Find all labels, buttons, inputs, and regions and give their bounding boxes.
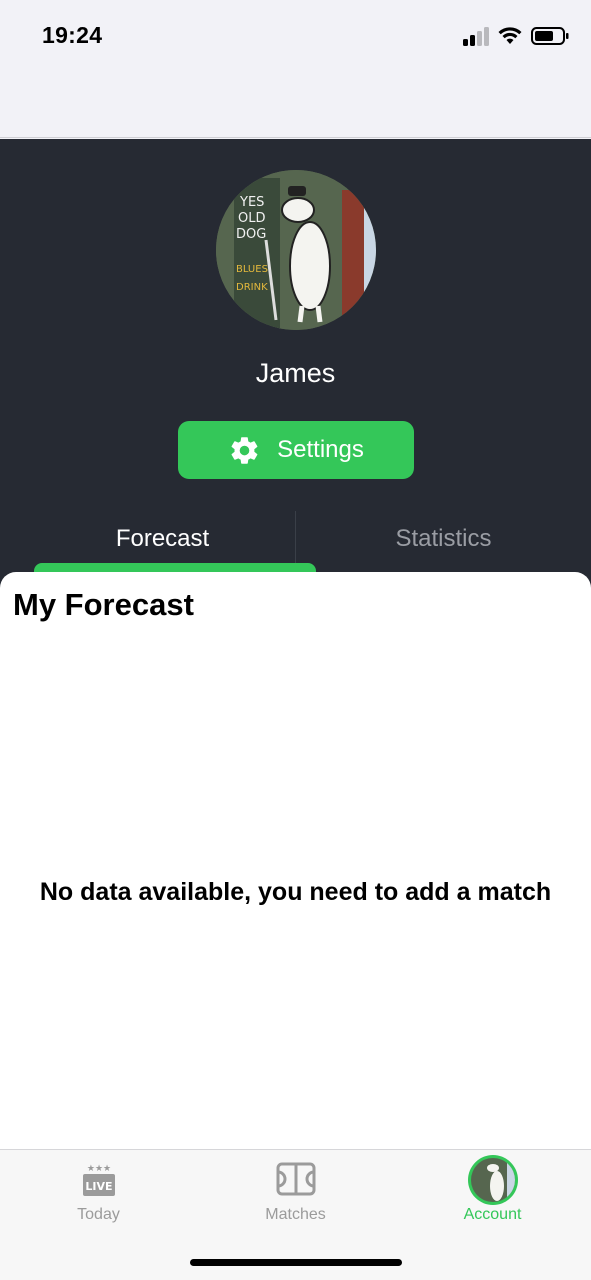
live-icon: ★★★ LIVE [82, 1164, 115, 1196]
tabbar-item-today[interactable]: ★★★ LIVE Today [0, 1150, 197, 1240]
tabbar-label-matches: Matches [265, 1206, 326, 1223]
profile-username: James [255, 358, 336, 388]
settings-button-label: Settings [277, 436, 364, 463]
tabbar-label-account: Account [463, 1206, 522, 1223]
svg-text:★★★: ★★★ [86, 1164, 110, 1174]
gear-icon [231, 436, 258, 464]
forecast-panel: My Forecast No data available, you need … [0, 572, 591, 1149]
cellular-signal-icon [463, 26, 491, 46]
sign-line-4: BLUES [236, 264, 268, 275]
home-indicator [190, 1259, 402, 1266]
sign-line-5: DRINK [236, 282, 268, 293]
status-time: 19:24 [42, 22, 103, 48]
avatar-icon [467, 1155, 518, 1205]
forecast-title: My Forecast [13, 587, 194, 622]
wifi-icon [498, 27, 522, 44]
profile-avatar[interactable]: YES OLD DOG BLUES DRINK [216, 170, 376, 330]
settings-button[interactable]: Settings [178, 421, 414, 479]
sign-line-3: DOG [236, 227, 266, 242]
tab-forecast[interactable]: Forecast [15, 509, 310, 569]
status-bar: 19:24 [0, 0, 591, 138]
live-badge-text: LIVE [85, 1180, 112, 1193]
field-icon [276, 1162, 315, 1196]
sign-line-1: YES [239, 195, 264, 210]
avatar-image: YES OLD DOG BLUES DRINK [216, 170, 376, 330]
tabbar-item-account[interactable]: Account [394, 1150, 591, 1240]
profile-header: YES OLD DOG BLUES DRINK James Settings F… [0, 139, 591, 589]
tabbar-item-matches[interactable]: Matches [197, 1150, 394, 1240]
tab-statistics[interactable]: Statistics [296, 509, 591, 569]
battery-icon [531, 27, 569, 45]
empty-state-message: No data available, you need to add a mat… [39, 878, 552, 906]
sign-line-2: OLD [238, 211, 266, 226]
tabbar-label-today: Today [77, 1206, 120, 1223]
